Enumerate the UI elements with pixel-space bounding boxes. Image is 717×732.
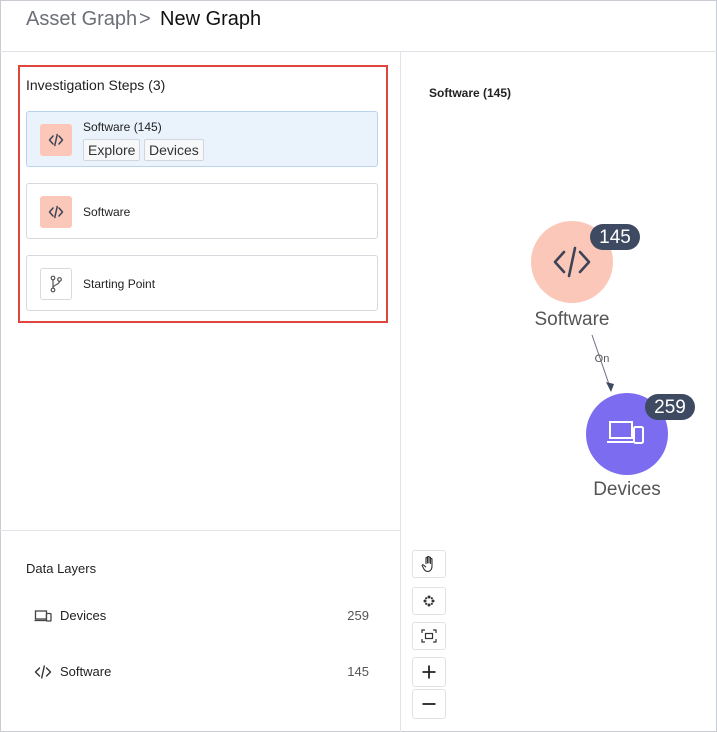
- edge-label: On: [595, 353, 610, 365]
- node-count: 259: [654, 397, 686, 418]
- snowflake-icon: [423, 595, 435, 607]
- layer-name: Software: [60, 664, 112, 679]
- investigation-step-software-145[interactable]: Software (145) Explore Devices: [26, 111, 378, 167]
- branch-icon: [40, 268, 72, 300]
- layer-name: Devices: [60, 608, 107, 623]
- graph-node-devices[interactable]: 259 Devices: [586, 393, 695, 500]
- step-label: Software (145): [83, 120, 162, 134]
- pan-tool-button[interactable]: [412, 550, 446, 578]
- devices-button[interactable]: Devices: [144, 139, 204, 161]
- zoom-in-button[interactable]: [412, 657, 446, 687]
- data-layer-software[interactable]: Software 145: [26, 662, 376, 682]
- fit-view-button[interactable]: [412, 622, 446, 650]
- investigation-step-software[interactable]: Software: [26, 183, 378, 239]
- code-icon: [40, 196, 72, 228]
- node-count: 145: [599, 227, 631, 248]
- step-label: Software: [83, 205, 131, 219]
- graph-panel: Software (145) On 145 Software 259 Devic…: [402, 52, 717, 732]
- data-layer-devices[interactable]: Devices 259: [26, 606, 376, 626]
- divider: [0, 530, 401, 531]
- layer-count: 259: [347, 608, 369, 623]
- zoom-out-icon: [422, 703, 436, 705]
- investigation-steps-title: Investigation Steps (3): [26, 77, 166, 93]
- devices-icon: [34, 610, 52, 622]
- page-title: New Graph: [160, 8, 262, 30]
- breadcrumb-parent[interactable]: Asset Graph: [26, 8, 137, 31]
- investigation-step-starting-point[interactable]: Starting Point: [26, 255, 378, 311]
- graph-edge[interactable]: On: [591, 334, 614, 392]
- left-panel: Investigation Steps (3) Software (145) E…: [0, 52, 401, 732]
- edge-arrow: [606, 382, 614, 392]
- code-icon: [40, 124, 72, 156]
- header: Asset Graph > New Graph: [0, 0, 717, 52]
- fit-screen-icon: [421, 629, 437, 643]
- code-icon: [34, 665, 52, 679]
- layer-count: 145: [347, 664, 369, 679]
- breadcrumb-separator: >: [139, 8, 151, 30]
- cluster-tool-button[interactable]: [412, 587, 446, 615]
- data-layers-title: Data Layers: [26, 561, 97, 576]
- zoom-out-button[interactable]: [412, 689, 446, 719]
- graph-node-software[interactable]: 145 Software: [531, 221, 640, 330]
- hand-icon: [421, 555, 433, 573]
- node-label: Devices: [593, 479, 661, 500]
- zoom-in-icon: [422, 665, 436, 679]
- node-label: Software: [535, 309, 610, 330]
- graph-canvas[interactable]: On 145 Software 259 Devices: [402, 52, 717, 732]
- explore-button[interactable]: Explore: [83, 139, 141, 161]
- step-label: Starting Point: [83, 277, 156, 291]
